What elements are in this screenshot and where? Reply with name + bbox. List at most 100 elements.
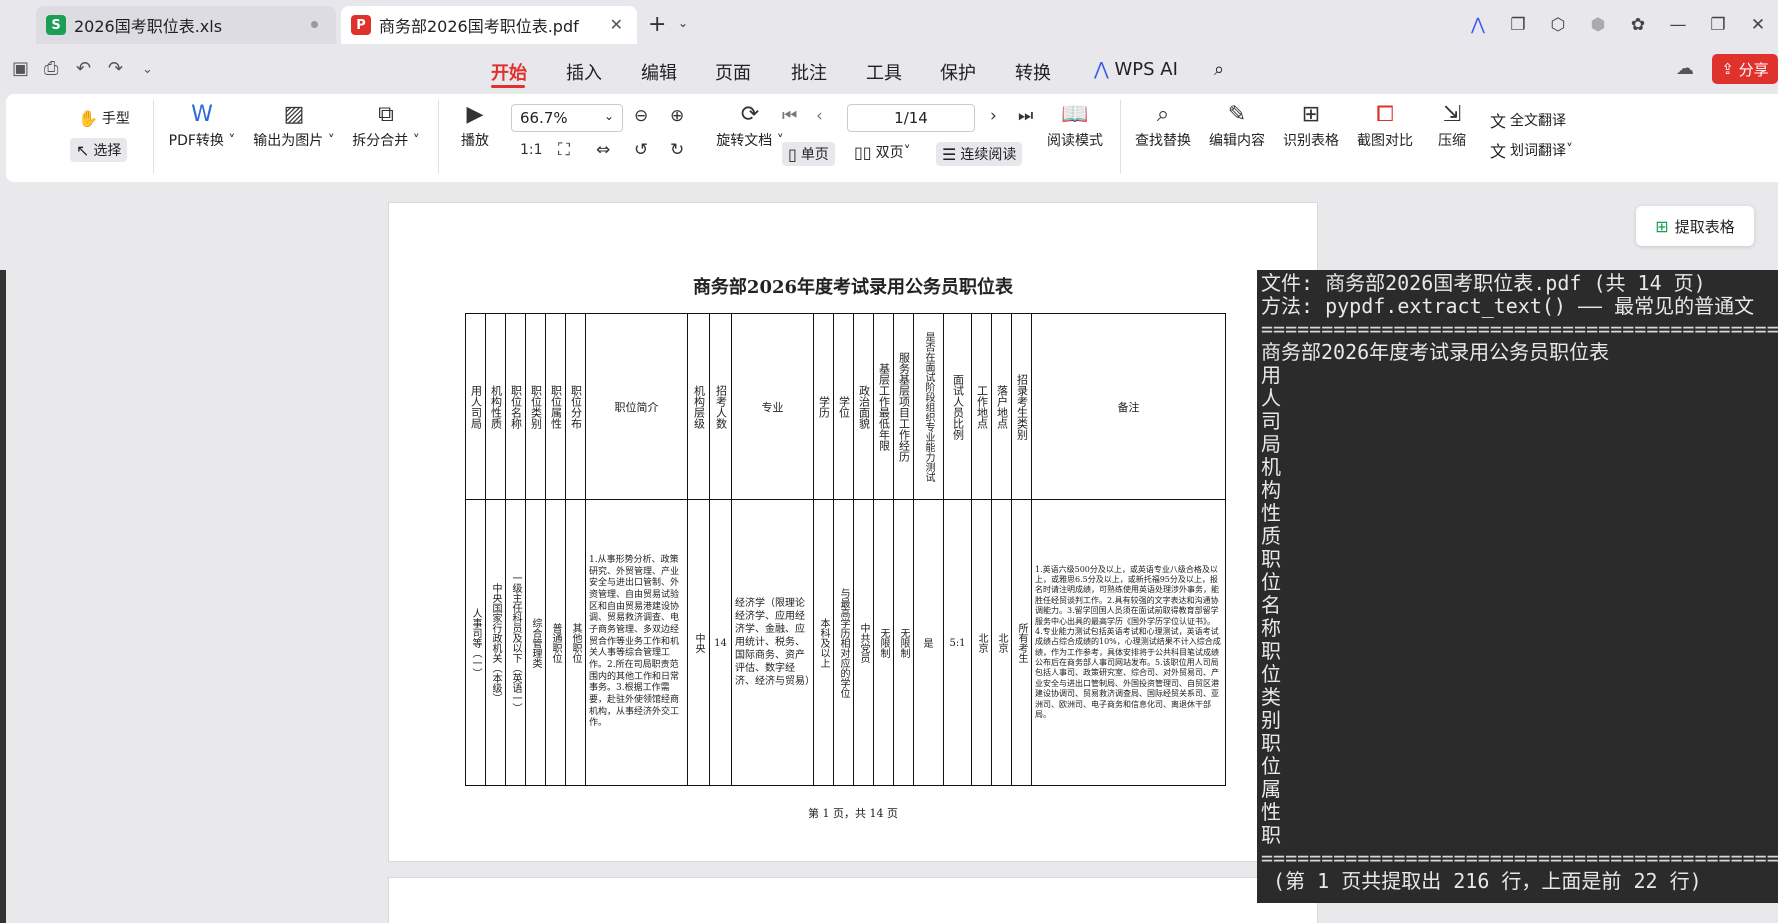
first-page-icon[interactable]: ⏮ [782, 106, 797, 126]
divider [438, 100, 439, 174]
avatar[interactable]: ✿ [1618, 15, 1658, 35]
menu-comment[interactable]: 批注 [791, 59, 827, 85]
compress-button[interactable]: ⇲ 压缩 [1424, 100, 1480, 150]
pdf-convert-button[interactable]: W PDF转换 ˅ [162, 100, 242, 150]
menu-insert[interactable]: 插入 [566, 59, 602, 85]
play-label: 播放 [461, 133, 489, 149]
cell-work-place: 北京 [971, 499, 992, 786]
header-cell: 职位类别 [525, 313, 546, 500]
job-table: 用人司局 机构性质 职位名称 职位类别 职位属性 职位分布 职位简介 机构层级 … [465, 313, 1226, 786]
zoom-select[interactable]: 66.7% ⌄ [511, 104, 623, 132]
zoom-in-icon[interactable]: ⊕ [670, 106, 684, 126]
rotate-left-icon[interactable]: ↺ [634, 140, 648, 160]
settings-icon[interactable]: ⬢ [1578, 15, 1618, 35]
terminal-window[interactable]: 文件: 商务部2026国考职位表.pdf (共 14 页) 方法: pypdf.e… [1257, 270, 1778, 903]
split-merge-label: 拆分合并 [352, 133, 409, 149]
play-button[interactable]: ▶ 播放 [446, 100, 504, 150]
cloud-sync-icon[interactable]: ☁ [1676, 58, 1694, 79]
pdf-page-1[interactable]: 商务部2026年度考试录用公务员职位表 用人司局 机构性质 职位名称 职位类别 … [388, 202, 1318, 862]
screenshot-compare-button[interactable]: ⧠ 截图对比 [1350, 100, 1420, 150]
menu-convert[interactable]: 转换 [1015, 59, 1051, 85]
terminal-line: 名 [1261, 593, 1281, 617]
fit-width-icon[interactable]: ⇔ [596, 140, 610, 160]
header-cell: 落户地点 [991, 313, 1012, 500]
restore-icon[interactable]: ❐ [1698, 15, 1738, 35]
close-icon[interactable]: ✕ [610, 15, 623, 34]
menu-page[interactable]: 页面 [715, 59, 751, 85]
cell-ratio: 5:1 [943, 499, 972, 786]
rotate-right-icon[interactable]: ↻ [670, 140, 684, 160]
unsaved-dot-icon [311, 21, 318, 28]
wps-ai-label: WPS AI [1114, 59, 1178, 80]
cube-icon[interactable]: ⬡ [1538, 15, 1578, 35]
page-number-input[interactable]: 1/14 [847, 104, 975, 132]
fit-page-icon[interactable]: ⛶ [558, 140, 570, 160]
minimize-icon[interactable]: — [1658, 15, 1698, 35]
terminal-line: 质 [1261, 524, 1281, 548]
recognize-table-button[interactable]: ⊞ 识别表格 [1276, 100, 1346, 150]
cell-notes: 1.英语六级500分及以上，或英语专业八级合格及以上，或雅思6.5分及以上，或新… [1031, 499, 1226, 786]
word-translate-button[interactable]: 文划词翻译 ˅ [1490, 138, 1573, 162]
edit-content-button[interactable]: ✎ 编辑内容 [1202, 100, 1272, 150]
continuous-label: 连续阅读 [960, 147, 1017, 163]
zoom-out-icon[interactable]: ⊖ [634, 106, 648, 126]
cell-category: 综合管理类 [525, 499, 546, 786]
page-indicator: 1/14 [894, 109, 928, 127]
save-icon[interactable]: ▣ [12, 58, 29, 79]
next-page-icon[interactable]: › [990, 106, 997, 126]
table-scan-icon: ⊞ [1301, 102, 1321, 127]
prev-page-icon[interactable]: ‹ [816, 106, 823, 126]
menu-start[interactable]: 开始 [491, 59, 527, 85]
double-page-button[interactable]: ▯▯ 双页 ˅ [854, 142, 911, 162]
terminal-line: 商务部2026年度考试录用公务员职位表 [1261, 340, 1610, 364]
print-icon[interactable]: ⎙ [44, 58, 58, 79]
tab-pdf[interactable]: P 商务部2026国考职位表.pdf ✕ [341, 6, 637, 44]
cell-education: 本科及以上 [813, 499, 834, 786]
select-tool-button[interactable]: ↖ 选择 [70, 138, 128, 162]
hand-tool-button[interactable]: ✋ 手型 [78, 108, 130, 128]
share-label: 分享 [1738, 60, 1769, 79]
export-image-button[interactable]: ▨ 输出为图片 ˅ [246, 100, 342, 150]
menu-tools[interactable]: 工具 [866, 59, 902, 85]
menu-wps-ai[interactable]: ⋀ WPS AI [1094, 59, 1178, 80]
redo-icon[interactable]: ↷ [108, 58, 123, 79]
header-cell: 面试人员比例 [943, 313, 972, 500]
share-button[interactable]: ⇪ 分享 [1712, 54, 1778, 84]
read-mode-button[interactable]: 📖 阅读模式 [1040, 100, 1110, 150]
full-translate-button[interactable]: 文全文翻译 [1490, 108, 1566, 132]
actual-size-icon[interactable]: 1:1 [520, 142, 543, 158]
continuous-read-button[interactable]: ☰ 连续阅读 [936, 142, 1023, 166]
divider [153, 100, 154, 174]
undo-icon[interactable]: ↶ [76, 58, 91, 79]
wps-ai-icon: ⋀ [1094, 59, 1109, 80]
book-icon: 📖 [1061, 102, 1089, 127]
terminal-line: 职 [1261, 547, 1281, 571]
extract-table-button[interactable]: ⊞ 提取表格 [1636, 206, 1754, 246]
tab-label: 2026国考职位表.xls [74, 17, 223, 36]
close-window-icon[interactable]: ✕ [1738, 15, 1778, 35]
terminal-line: 位 [1261, 570, 1281, 594]
cell-degree: 与最高学历相对应的学位 [833, 499, 854, 786]
header-cell: 机构性质 [485, 313, 506, 500]
wps-ai-icon[interactable]: ⋀ [1458, 15, 1498, 35]
header-cell: 招考人数 [709, 313, 732, 500]
rotate-doc-button[interactable]: ⟳ 旋转文档 ˅ [706, 100, 794, 150]
menu-edit[interactable]: 编辑 [641, 59, 677, 85]
terminal-line: ========================================… [1261, 317, 1778, 341]
pdf-page-2[interactable] [388, 877, 1318, 923]
last-page-icon[interactable]: ⏭ [1018, 106, 1033, 126]
chevron-down-icon[interactable]: ⌄ [142, 62, 153, 77]
single-page-button[interactable]: ▯ 单页 [782, 142, 835, 166]
find-replace-button[interactable]: ⌕ 查找替换 [1128, 100, 1198, 150]
edit-content-label: 编辑内容 [1209, 133, 1265, 149]
search-icon[interactable]: ⌕ [1214, 59, 1224, 80]
split-merge-button[interactable]: ⧉ 拆分合并 ˅ [344, 100, 428, 150]
tab-xls[interactable]: S 2026国考职位表.xls [36, 6, 336, 44]
window-layout-icon[interactable]: ❐ [1498, 15, 1538, 35]
menu-protect[interactable]: 保护 [940, 59, 976, 85]
cell-count: 14 [709, 499, 732, 786]
zoom-value: 66.7% [520, 109, 568, 127]
chevron-down-icon[interactable]: ⌄ [678, 16, 688, 30]
new-tab-icon[interactable]: + [648, 12, 666, 37]
header-cell: 备注 [1031, 313, 1226, 500]
